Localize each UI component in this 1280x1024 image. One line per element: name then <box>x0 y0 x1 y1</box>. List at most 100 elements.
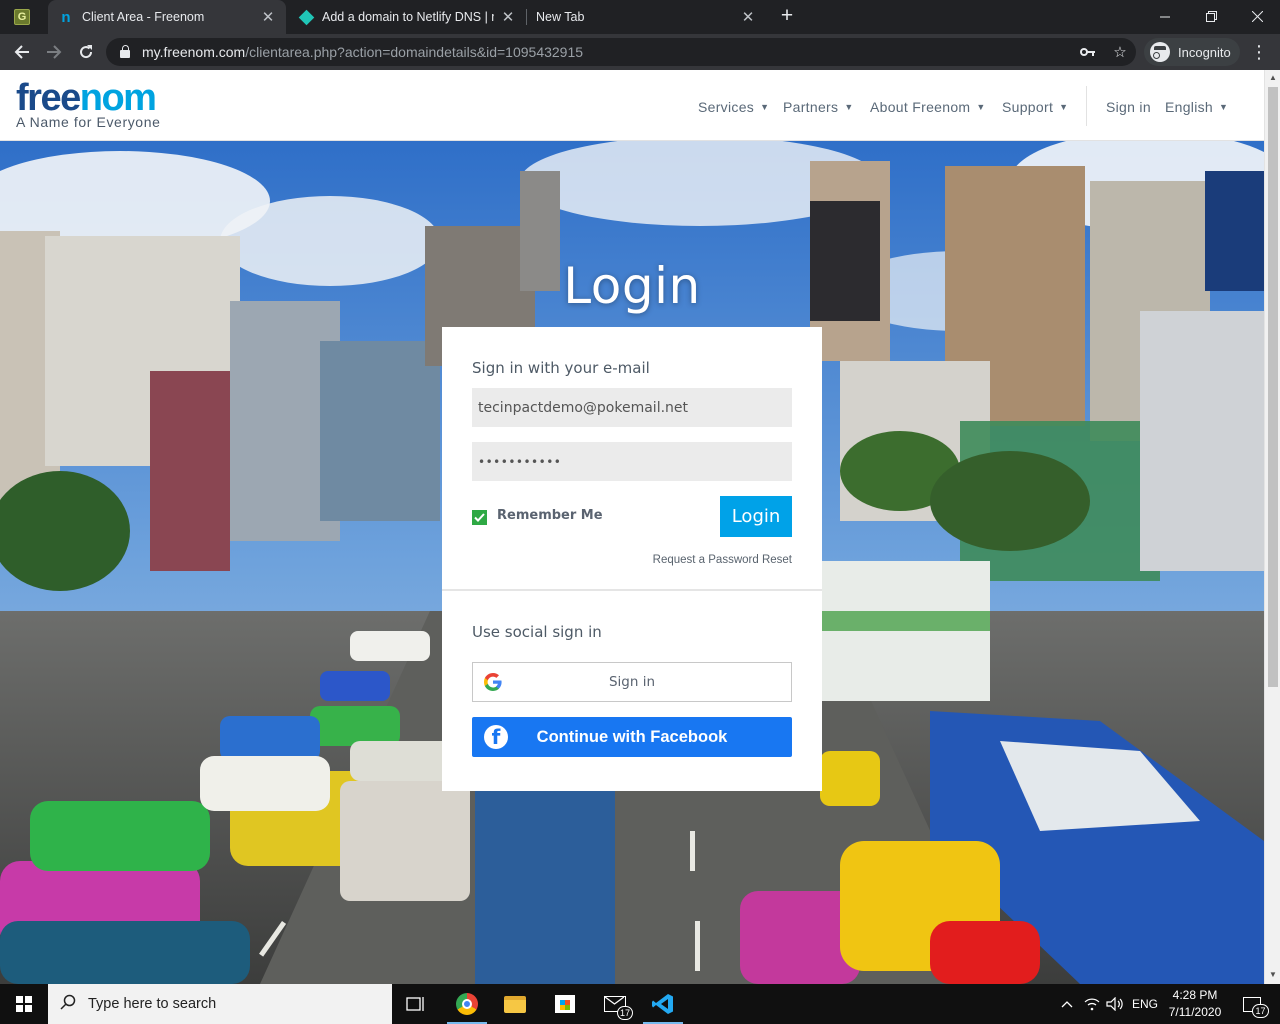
hero-city-background: Login Sign in with your e-mail tecinpact… <box>0 141 1264 984</box>
incognito-indicator[interactable]: Incognito <box>1144 38 1240 66</box>
nav-about-freenom[interactable]: About Freenom ▼ <box>870 99 986 115</box>
mail-badge: 17 <box>617 1006 633 1020</box>
social-section-title: Use social sign in <box>472 623 602 641</box>
password-field[interactable]: ••••••••••• <box>472 442 792 481</box>
tab-new-tab[interactable]: New Tab ✕ <box>526 0 766 34</box>
reload-icon[interactable] <box>72 38 100 66</box>
checkmark-icon <box>474 513 485 522</box>
grammarly-icon: G <box>14 9 30 25</box>
tab-client-area-freenom[interactable]: n Client Area - Freenom ✕ <box>48 0 286 34</box>
windows-logo-icon <box>16 996 32 1012</box>
taskbar-clock[interactable]: 4:28 PM 7/11/2020 <box>1163 987 1227 1021</box>
restore-icon[interactable] <box>1188 0 1234 32</box>
file-explorer-taskbar-icon[interactable] <box>491 984 539 1024</box>
nav-label: Support <box>1002 99 1054 115</box>
chrome-icon <box>456 993 478 1015</box>
tab-title: Add a domain to Netlify DNS | m <box>322 10 494 24</box>
incognito-icon <box>1150 42 1170 62</box>
windows-taskbar: Type here to search 17 ENG 4:28 PM 7/11/… <box>0 984 1280 1024</box>
window-close-icon[interactable] <box>1234 0 1280 32</box>
google-button-label: Sign in <box>608 674 656 690</box>
search-icon <box>48 994 88 1015</box>
mail-taskbar-icon[interactable]: 17 <box>591 984 639 1024</box>
nav-label: English <box>1165 99 1214 115</box>
clock-time: 4:28 PM <box>1172 988 1218 1002</box>
remember-me-label[interactable]: Remember Me <box>497 508 603 523</box>
action-center-button[interactable]: 17 <box>1232 984 1272 1024</box>
facebook-icon: f <box>484 725 508 749</box>
nav-sign-in[interactable]: Sign in <box>1106 99 1151 115</box>
browser-toolbar: my.freenom.com/clientarea.php?action=dom… <box>0 34 1280 70</box>
site-header: freenom A Name for Everyone Services ▼ Pa… <box>0 70 1264 141</box>
vscode-icon <box>652 993 674 1015</box>
scrollbar-thumb[interactable] <box>1268 87 1278 687</box>
nav-label: Sign in <box>1106 99 1151 115</box>
start-button[interactable] <box>0 984 48 1024</box>
chevron-down-icon: ▼ <box>1219 102 1229 112</box>
minimize-icon[interactable] <box>1142 0 1188 32</box>
remember-me-checkbox[interactable] <box>472 510 487 525</box>
scroll-down-icon[interactable]: ▼ <box>1268 970 1278 980</box>
page-scrollbar[interactable]: ▲ ▼ <box>1264 70 1280 984</box>
close-tab-icon[interactable]: ✕ <box>740 8 756 26</box>
tab-grammarly[interactable]: G <box>4 0 44 34</box>
logo-wordmark: freenom <box>16 77 157 119</box>
chevron-down-icon: ▼ <box>1059 102 1069 112</box>
lock-icon[interactable] <box>120 45 130 58</box>
nav-divider <box>1086 86 1087 126</box>
nav-language-english[interactable]: English ▼ <box>1165 99 1228 115</box>
back-icon[interactable] <box>8 38 36 66</box>
browser-tab-strip: G n Client Area - Freenom ✕ Add a domain… <box>0 0 1280 34</box>
folder-icon <box>504 995 526 1013</box>
freenom-logo[interactable]: freenom A Name for Everyone <box>16 78 160 130</box>
browser-menu-icon[interactable]: ⋮ <box>1248 38 1270 66</box>
notification-count: 17 <box>1252 1004 1269 1018</box>
facebook-button-label: Continue with Facebook <box>536 727 728 746</box>
card-divider <box>442 589 822 591</box>
email-field[interactable]: tecinpactdemo@pokemail.net <box>472 388 792 427</box>
search-placeholder: Type here to search <box>88 996 217 1012</box>
clock-date: 7/11/2020 <box>1168 1005 1222 1019</box>
netlify-icon <box>298 9 315 25</box>
show-hidden-icons-icon[interactable] <box>1056 984 1078 1024</box>
new-tab-button[interactable]: + <box>774 3 800 29</box>
password-reset-link[interactable]: Request a Password Reset <box>653 554 792 566</box>
chevron-down-icon: ▼ <box>844 102 854 112</box>
login-button[interactable]: Login <box>720 496 792 537</box>
incognito-label: Incognito <box>1178 44 1231 60</box>
tab-title: Client Area - Freenom <box>82 10 205 24</box>
nav-label: About Freenom <box>870 99 971 115</box>
tab-title: New Tab <box>536 10 585 24</box>
forward-icon[interactable] <box>40 38 68 66</box>
wifi-icon[interactable] <box>1082 984 1102 1024</box>
google-icon <box>484 673 502 691</box>
scroll-up-icon[interactable]: ▲ <box>1268 73 1278 83</box>
address-bar[interactable]: my.freenom.com/clientarea.php?action=dom… <box>106 38 1136 66</box>
nav-label: Services <box>698 99 755 115</box>
chevron-down-icon: ▼ <box>760 102 770 112</box>
logo-tagline: A Name for Everyone <box>16 114 161 130</box>
page-viewport: freenom A Name for Everyone Services ▼ Pa… <box>0 70 1264 984</box>
store-icon <box>555 995 575 1013</box>
close-tab-icon[interactable]: ✕ <box>260 8 276 26</box>
google-sign-in-button[interactable]: Sign in <box>472 662 792 702</box>
task-view-icon[interactable] <box>392 984 440 1024</box>
close-tab-icon[interactable]: ✕ <box>500 8 516 26</box>
freenom-icon: n <box>61 8 71 26</box>
key-icon[interactable] <box>1078 42 1098 62</box>
store-taskbar-icon[interactable] <box>541 984 589 1024</box>
login-card: Sign in with your e-mail tecinpactdemo@p… <box>442 327 822 791</box>
facebook-sign-in-button[interactable]: f Continue with Facebook <box>472 717 792 757</box>
nav-support[interactable]: Support ▼ <box>1002 99 1068 115</box>
chevron-down-icon: ▼ <box>976 102 986 112</box>
tab-netlify-dns[interactable]: Add a domain to Netlify DNS | m ✕ <box>288 0 526 34</box>
volume-icon[interactable] <box>1104 984 1126 1024</box>
bookmark-star-icon[interactable]: ☆ <box>1110 42 1130 62</box>
chrome-taskbar-icon[interactable] <box>443 984 491 1024</box>
taskbar-search-box[interactable]: Type here to search <box>48 984 392 1024</box>
nav-services[interactable]: Services ▼ <box>698 99 769 115</box>
url-text: my.freenom.com/clientarea.php?action=dom… <box>142 44 584 60</box>
input-language[interactable]: ENG <box>1128 984 1162 1024</box>
nav-partners[interactable]: Partners ▼ <box>783 99 854 115</box>
vscode-taskbar-icon[interactable] <box>639 984 687 1024</box>
